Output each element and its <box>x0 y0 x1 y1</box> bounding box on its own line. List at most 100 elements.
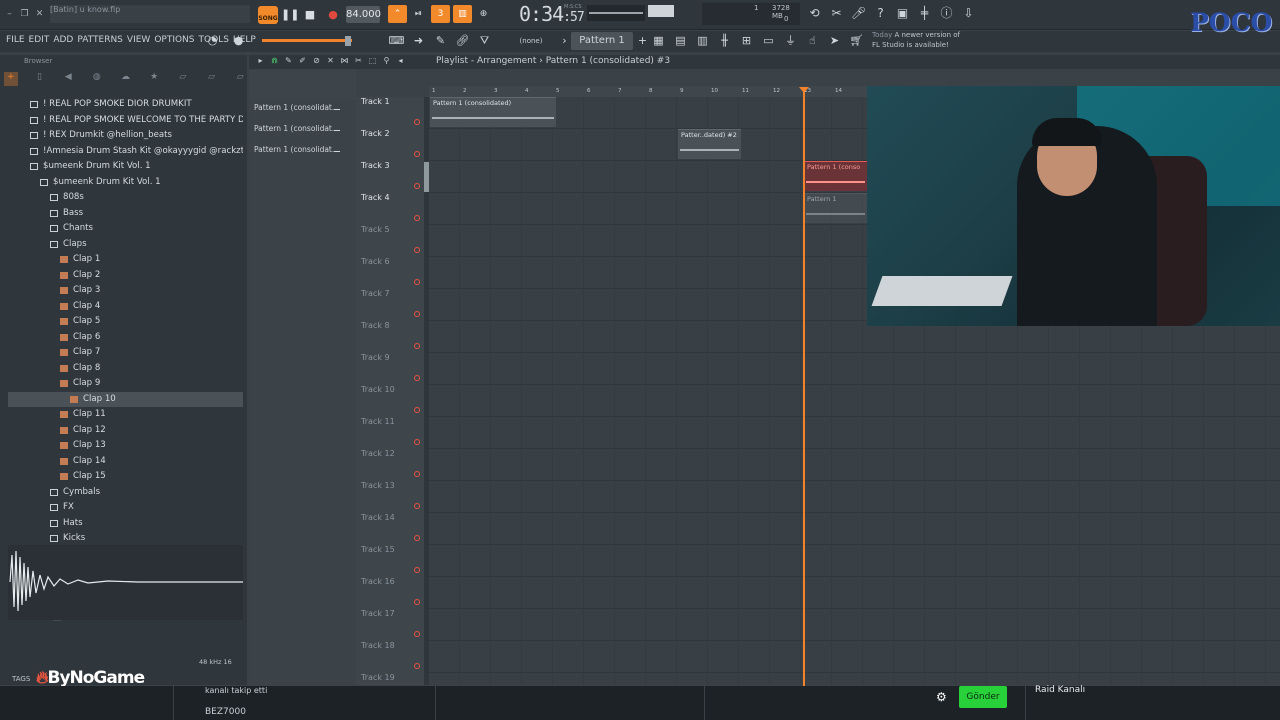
track-header[interactable]: Track 10 <box>356 385 424 417</box>
browser-item[interactable]: Hats <box>8 516 243 532</box>
track-mute-icon[interactable] <box>414 503 420 509</box>
countdown-button[interactable]: 3 <box>431 5 450 23</box>
clip-track4[interactable]: Pattern 1 <box>804 193 867 223</box>
track-header[interactable]: Track 7 <box>356 289 424 321</box>
track-mute-icon[interactable] <box>414 343 420 349</box>
arrow-icon[interactable]: ➜ <box>410 33 427 49</box>
track-mute-icon[interactable] <box>414 631 420 637</box>
menu-item-patterns[interactable]: PATTERNS <box>77 35 123 45</box>
browser-item[interactable]: Clap 7 <box>8 345 243 361</box>
track-header[interactable]: Track 13 <box>356 481 424 513</box>
track-header[interactable]: Track 2 <box>356 129 424 161</box>
browser-folder2-icon[interactable]: ▱ <box>205 72 219 86</box>
tempo-display[interactable]: 84.000 <box>346 6 381 23</box>
close-icon[interactable]: ✕ <box>34 8 45 19</box>
browser-item[interactable]: Clap 2 <box>8 268 243 284</box>
wait-input-icon[interactable]: ⏯ <box>409 5 428 23</box>
info-icon[interactable]: ⓘ <box>938 5 955 22</box>
add-pattern-icon[interactable]: + <box>634 33 651 49</box>
track-header[interactable]: Track 6 <box>356 257 424 289</box>
track-header[interactable]: Track 5 <box>356 225 424 257</box>
browser-item[interactable]: $umeenk Drum Kit Vol. 1 <box>8 175 243 191</box>
track-header[interactable]: Track 9 <box>356 353 424 385</box>
stop-icon[interactable]: ■ <box>302 7 318 23</box>
raid-channel-label[interactable]: Raid Kanalı <box>1035 685 1085 695</box>
undo-history-icon[interactable]: ⟲ <box>806 5 823 22</box>
slice-tool-icon[interactable]: ✂ <box>353 56 364 67</box>
browser-item[interactable]: Clap 8 <box>8 361 243 377</box>
track-mute-icon[interactable] <box>414 663 420 669</box>
track-mute-icon[interactable] <box>414 183 420 189</box>
browser-item[interactable]: $umeenk Drum Kit Vol. 1 <box>8 159 243 175</box>
playlist-icon[interactable]: ▦ <box>650 33 667 49</box>
touch-icon[interactable]: ☝ <box>804 33 821 49</box>
clip-track3[interactable]: Pattern 1 (conso <box>804 161 867 191</box>
track-header[interactable]: Track 4 <box>356 193 424 225</box>
send-button[interactable]: Gönder <box>959 686 1007 708</box>
snap-select[interactable]: (none) <box>508 33 554 49</box>
browser-item[interactable]: Clap 3 <box>8 283 243 299</box>
browser-item[interactable]: Clap 5 <box>8 314 243 330</box>
browser-item[interactable]: Clap 15 <box>8 469 243 485</box>
metronome-button[interactable]: ⌃ <box>388 5 407 23</box>
browser-item[interactable]: 808s <box>8 190 243 206</box>
piano-roll-icon[interactable]: ▥ <box>694 33 711 49</box>
mixer-icon[interactable]: ╪ <box>916 5 933 22</box>
mute-tool-icon[interactable]: ✕ <box>325 56 336 67</box>
save-icon[interactable]: ▣ <box>894 5 911 22</box>
browser-item[interactable]: Clap 4 <box>8 299 243 315</box>
picker-pattern-item[interactable]: Pattern 1 (consolidat... <box>249 121 356 142</box>
playback-tool-icon[interactable]: ◂ <box>395 56 406 67</box>
pattern-select[interactable]: Pattern 1 <box>571 32 633 50</box>
menu-item-file[interactable]: FILE <box>6 35 25 45</box>
song-mode-button[interactable]: SONG <box>258 6 278 24</box>
track-header[interactable]: Track 17 <box>356 609 424 641</box>
cut-icon[interactable]: ✂ <box>828 5 845 22</box>
restore-icon[interactable]: ❐ <box>19 8 30 19</box>
browser-file-icon[interactable]: ▯ <box>33 72 47 86</box>
channel-rack-icon[interactable]: ▤ <box>672 33 689 49</box>
magnet-icon[interactable]: ⋒ <box>269 56 280 67</box>
playhead[interactable] <box>799 87 809 687</box>
track-mute-icon[interactable] <box>414 247 420 253</box>
browser-item[interactable]: Clap 6 <box>8 330 243 346</box>
track-header[interactable]: Track 14 <box>356 513 424 545</box>
browser-item[interactable]: ! REAL POP SMOKE DIOR DRUMKIT <box>8 97 243 113</box>
stamp-icon[interactable]: ⛛ <box>476 33 493 49</box>
microphone-icon[interactable]: 🎤︎ <box>850 5 867 22</box>
clip-track2[interactable]: Patter..dated) #2 <box>678 129 741 159</box>
news-panel[interactable]: Today A newer version of FL Studio is av… <box>872 30 962 54</box>
keyboard-icon[interactable]: ⌨ <box>388 33 405 49</box>
browser-item[interactable]: !Amnesia Drum Stash Kit @okayyygid @rack… <box>8 144 243 160</box>
delete-tool-icon[interactable]: ⊘ <box>311 56 322 67</box>
browser-item[interactable]: Clap 11 <box>8 407 243 423</box>
help-icon[interactable]: ? <box>872 5 889 22</box>
slip-tool-icon[interactable]: ⋈ <box>339 56 350 67</box>
record-icon[interactable]: ● <box>325 7 341 23</box>
track-mute-icon[interactable] <box>414 119 420 125</box>
track-header[interactable]: Track 3 <box>356 161 424 193</box>
track-mute-icon[interactable] <box>414 599 420 605</box>
browser-plugin-icon[interactable]: ◍ <box>90 72 104 86</box>
track-mute-icon[interactable] <box>414 439 420 445</box>
mixer-view-icon[interactable]: ╫ <box>716 33 733 49</box>
download-icon[interactable]: ⇩ <box>960 5 977 22</box>
picker-pattern-item[interactable]: Pattern 1 (consolidat... <box>249 100 356 121</box>
plugin-picker-icon[interactable]: ⊞ <box>738 33 755 49</box>
browser-folder-icon[interactable]: ▱ <box>176 72 190 86</box>
browser-item[interactable]: FX <box>8 500 243 516</box>
link-icon[interactable]: 🔗︎ <box>454 33 471 49</box>
track-header[interactable]: Track 18 <box>356 641 424 673</box>
minimize-icon[interactable]: – <box>4 8 15 19</box>
plug-icon[interactable]: ⏚ <box>782 33 799 49</box>
track-header[interactable]: Track 11 <box>356 417 424 449</box>
menu-item-edit[interactable]: EDIT <box>29 35 50 45</box>
paint-tool-icon[interactable]: ✐ <box>297 56 308 67</box>
track-mute-icon[interactable] <box>414 471 420 477</box>
track-mute-icon[interactable] <box>414 375 420 381</box>
track-mute-icon[interactable] <box>414 151 420 157</box>
track-header[interactable]: Track 1 <box>356 97 424 129</box>
export-icon[interactable]: ➤ <box>826 33 843 49</box>
browser-item[interactable]: ! REX Drumkit @hellion_beats <box>8 128 243 144</box>
browser-item[interactable]: Cymbals <box>8 485 243 501</box>
